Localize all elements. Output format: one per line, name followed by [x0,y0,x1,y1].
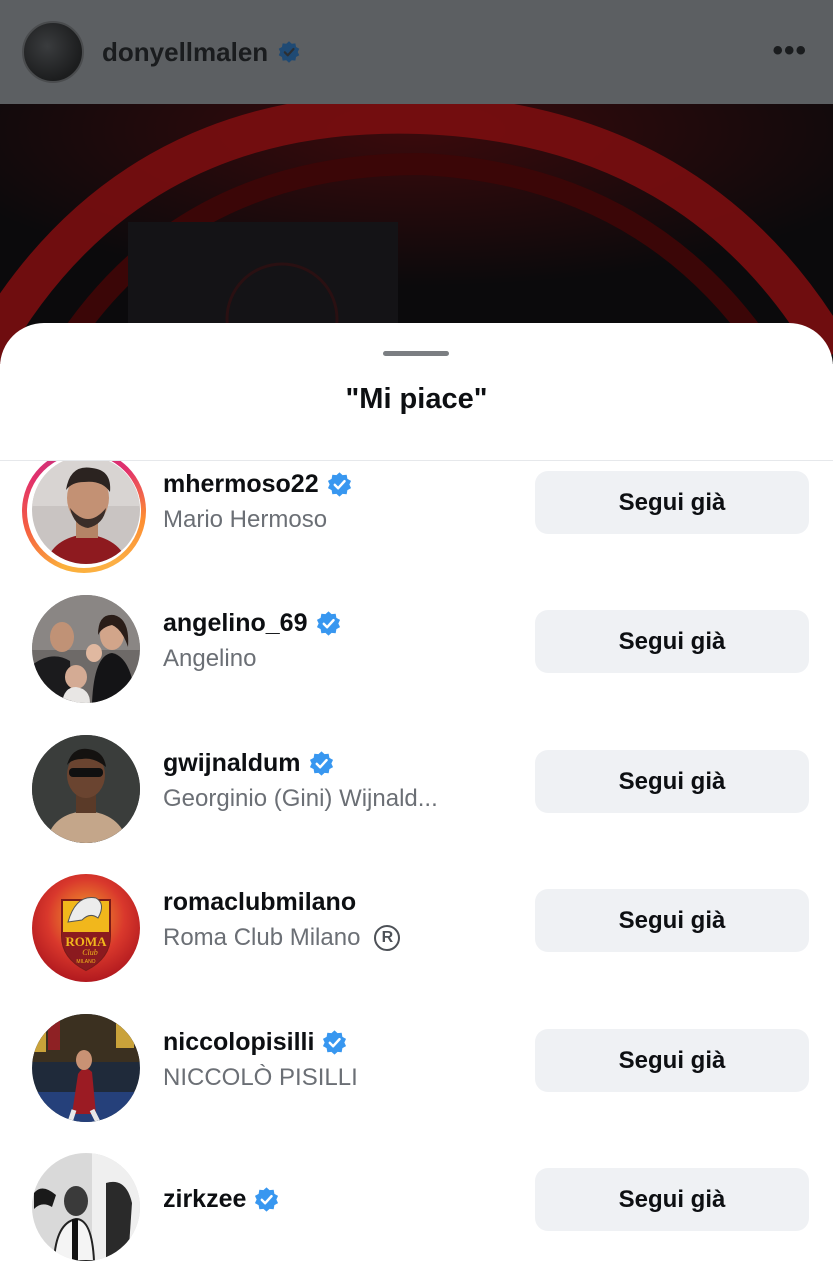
following-button[interactable]: Segui già [535,1168,809,1231]
likers-list[interactable]: mhermoso22 Mario Hermoso Segui già angel… [0,461,833,1280]
avatar[interactable] [32,735,140,843]
following-button[interactable]: Segui già [535,750,809,813]
post-author-username[interactable]: donyellmalen [102,37,268,68]
liker-full-name: NICCOLÒ PISILLI [163,1064,358,1091]
following-button[interactable]: Segui già [535,1029,809,1092]
roma-badge-sub: Club [82,948,98,957]
liker-full-name: Mario Hermoso [163,506,328,533]
liker-full-name: Georginio (Gini) Wijnald... [163,785,438,812]
post-author-avatar[interactable] [22,21,84,83]
liker-username[interactable]: zirkzee [163,1185,246,1214]
likes-sheet: "Mi piace" mhermoso22 Mario Hermoso Segu… [0,323,833,1280]
liker-full-name-line: Roma Club Milano R [163,924,401,952]
following-button[interactable]: Segui già [535,471,809,534]
liker-username[interactable]: niccolopisilli [163,1028,314,1057]
verified-badge-icon [323,1030,347,1055]
verified-badge-icon [278,41,300,63]
liker-username[interactable]: romaclubmilano [163,888,356,917]
liker-row[interactable]: gwijnaldum Georginio (Gini) Wijnald... S… [0,735,833,847]
liker-full-name: Roma Club Milano [163,924,361,951]
more-options-icon[interactable]: ••• [772,36,807,66]
liker-username[interactable]: gwijnaldum [163,749,301,778]
avatar[interactable]: ROMA Club MILANO [32,874,140,982]
following-button[interactable]: Segui già [535,610,809,673]
sheet-grabber-handle[interactable] [383,351,449,356]
liker-username[interactable]: angelino_69 [163,609,308,638]
registered-icon: R [374,925,401,951]
avatar[interactable] [32,461,140,564]
liker-row[interactable]: angelino_69 Angelino Segui già [0,595,833,707]
verified-badge-icon [327,472,351,497]
avatar[interactable] [32,1014,140,1122]
following-button[interactable]: Segui già [535,889,809,952]
roma-badge-text: ROMA [65,934,107,949]
avatar[interactable] [32,595,140,703]
post-header: donyellmalen ••• [0,0,833,104]
verified-badge-icon [316,611,340,636]
liker-row[interactable]: mhermoso22 Mario Hermoso Segui già [0,461,833,573]
liker-row[interactable]: niccolopisilli NICCOLÒ PISILLI Segui già [0,1014,833,1126]
liker-full-name: Angelino [163,645,257,672]
verified-badge-icon [309,751,333,776]
liker-row[interactable]: ROMA Club MILANO romaclubmilano Roma Clu… [0,874,833,986]
roma-badge-city: MILANO [76,959,95,965]
liker-username[interactable]: mhermoso22 [163,470,319,499]
liker-row[interactable]: zirkzee Segui già [0,1153,833,1265]
sheet-title: "Mi piace" [345,383,488,415]
avatar[interactable] [32,1153,140,1261]
verified-badge-icon [255,1187,279,1212]
